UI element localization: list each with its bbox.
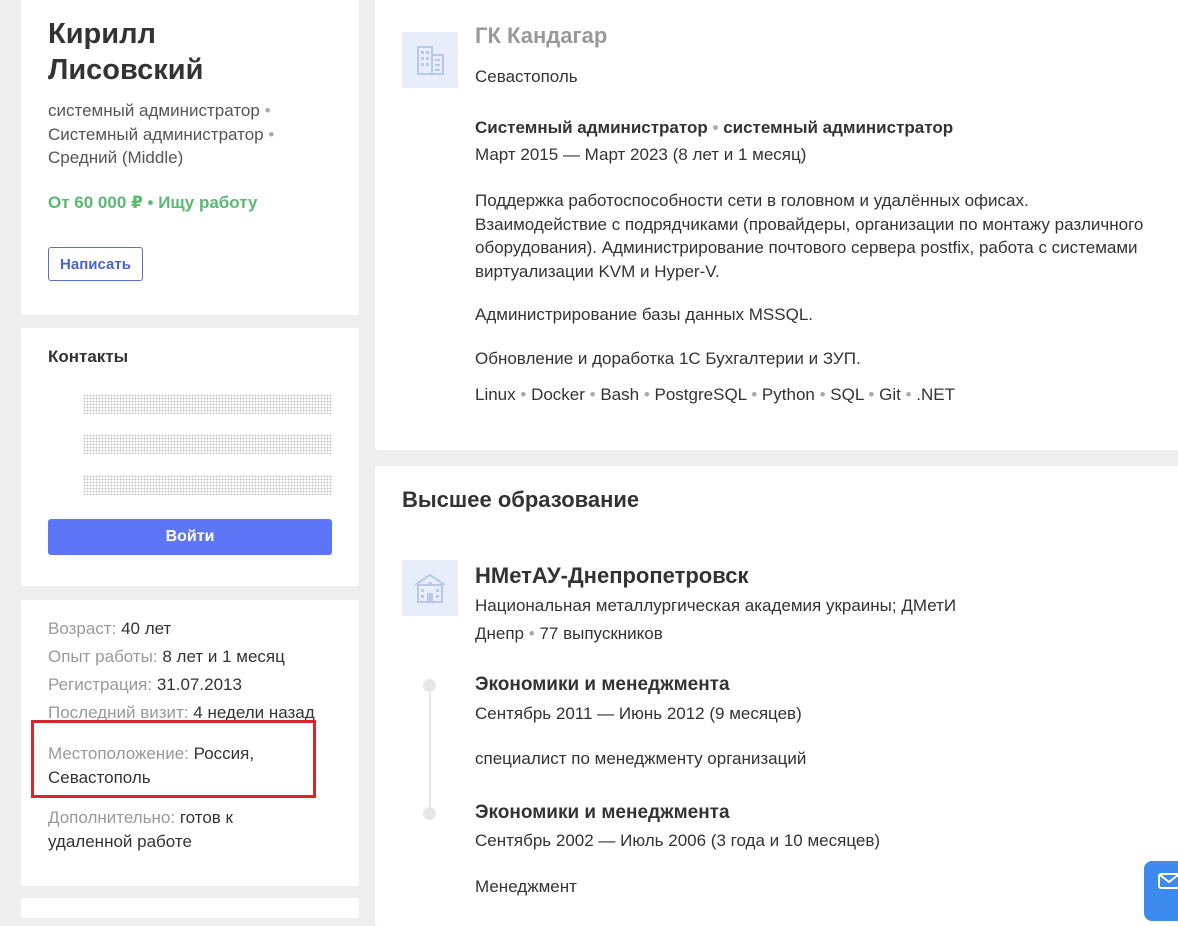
skill-tag: Git <box>879 385 901 404</box>
skill-tag: Bash <box>600 385 640 404</box>
university-icon <box>414 573 446 603</box>
faculty-specialty: Менеджмент <box>475 877 577 896</box>
education-card: Высшее образование НМетАУ-Днепропетровск… <box>375 466 1178 926</box>
university-meta: Днепр • 77 выпускников <box>475 624 663 643</box>
skill-tag: Docker <box>531 385 585 404</box>
hidden-contact <box>83 434 332 454</box>
timeline-dot <box>423 679 436 692</box>
faculty-name: Экономики и менеджмента <box>475 802 730 823</box>
contacts-title: Контакты <box>48 347 129 366</box>
location-highlight-box <box>31 720 316 798</box>
company-logo <box>402 32 458 88</box>
experience-card: ГК Кандагар Севастополь Системный админи… <box>375 0 1178 450</box>
building-icon <box>417 46 444 75</box>
faculty-name: Экономики и менеджмента <box>475 674 730 695</box>
detail-experience: Опыт работы: 8 лет и 1 месяц <box>48 647 285 666</box>
job-description-3: Обновление и доработка 1С Бухгалтерии и … <box>475 349 861 368</box>
detail-age: Возраст: 40 лет <box>48 619 172 638</box>
company-city: Севастополь <box>475 67 578 86</box>
specialization: системный администратор • Системный адми… <box>48 101 275 167</box>
name-first: Кирилл <box>48 18 156 50</box>
login-button[interactable]: Войти <box>48 519 332 555</box>
skill-tag: SQL <box>830 385 864 404</box>
university-name[interactable]: НМетАУ-Днепропетровск <box>475 563 748 589</box>
skill-tag: .NET <box>916 385 955 404</box>
envelope-icon <box>1158 873 1178 889</box>
contacts-card: Контакты Войти <box>21 328 359 586</box>
position-period: Март 2015 — Март 2023 (8 лет и 1 месяц) <box>475 145 807 164</box>
skill-tag: Python <box>761 385 815 404</box>
next-card <box>21 898 359 918</box>
company-name[interactable]: ГК Кандагар <box>475 23 607 49</box>
position-title: Системный администратор • системный адми… <box>475 118 954 137</box>
skills-list: Linux • Docker • Bash • PostgreSQL • Pyt… <box>475 385 955 404</box>
name-last: Лисовский <box>48 54 204 86</box>
candidate-name: Кирилл Лисовский <box>48 16 203 88</box>
hidden-contact <box>83 394 332 414</box>
skill-tag: PostgreSQL <box>654 385 747 404</box>
education-title: Высшее образование <box>402 487 640 512</box>
timeline-line <box>429 686 431 816</box>
timeline-dot <box>423 807 436 820</box>
write-button[interactable]: Написать <box>48 247 143 281</box>
spec-item: системный администратор <box>48 101 260 120</box>
job-description-2: Администрирование базы данных MSSQL. <box>475 305 814 324</box>
spec-level: Средний (Middle) <box>48 148 184 167</box>
faculty-period: Сентябрь 2002 — Июль 2006 (3 года и 10 м… <box>475 831 881 850</box>
detail-additional: Дополнительно: готов к удаленной работе <box>48 808 233 851</box>
detail-registration: Регистрация: 31.07.2013 <box>48 675 242 694</box>
profile-card: Кирилл Лисовский системный администратор… <box>21 0 359 315</box>
faculty-specialty: специалист по менеджменту организаций <box>475 749 807 768</box>
message-float-button[interactable] <box>1144 861 1178 921</box>
spec-item: Системный администратор <box>48 124 264 144</box>
job-description: Поддержка работоспособности сети в голов… <box>475 191 1144 281</box>
skill-tag: Linux <box>475 385 516 404</box>
university-logo <box>402 560 458 616</box>
salary-status: От 60 000 ₽ • Ищу работу <box>48 193 258 212</box>
faculty-period: Сентябрь 2011 — Июнь 2012 (9 месяцев) <box>475 704 802 723</box>
university-full-name: Национальная металлургическая академия у… <box>475 596 957 615</box>
hidden-contact <box>83 475 332 495</box>
